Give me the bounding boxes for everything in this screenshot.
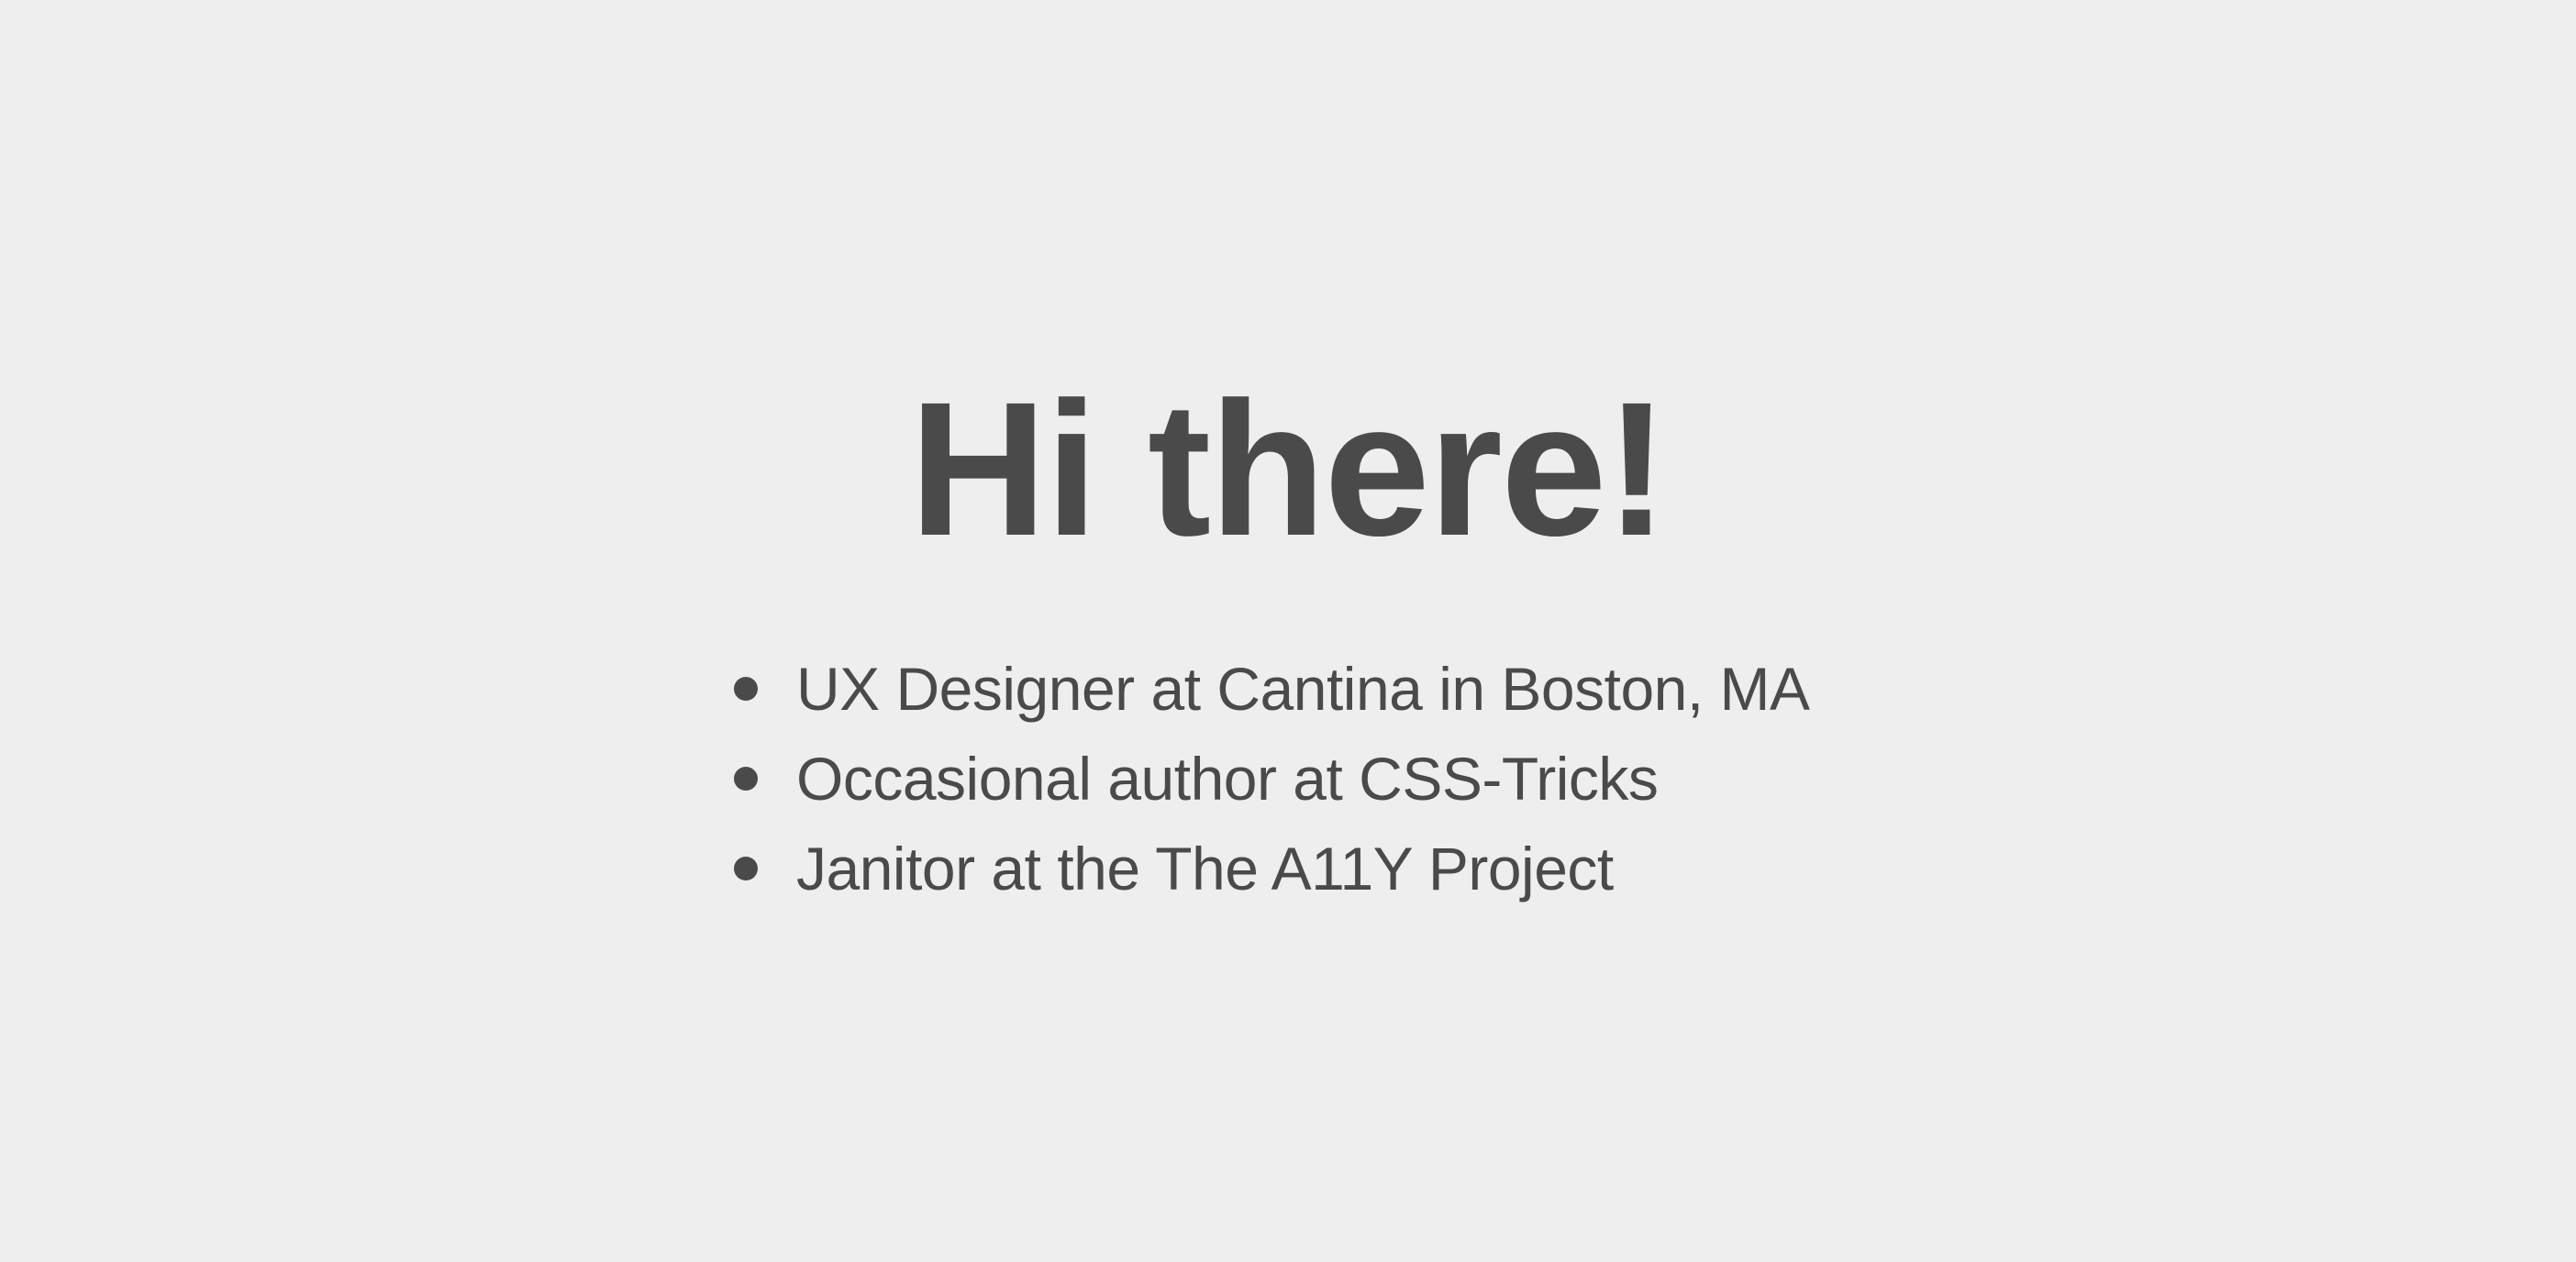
bio-item-text: UX Designer at Cantina in Boston, MA: [796, 655, 1810, 723]
page: Hi there! UX Designer at Cantina in Bost…: [0, 0, 2576, 1262]
bio-list: UX Designer at Cantina in Boston, MA Occ…: [734, 644, 1810, 913]
bio-item-text: Occasional author at CSS-Tricks: [796, 745, 1659, 813]
bullet-icon: [734, 677, 758, 701]
page-heading: Hi there!: [909, 363, 1669, 576]
bio-list-item: Occasional author at CSS-Tricks: [734, 734, 1810, 824]
bullet-icon: [734, 767, 758, 791]
bio-list-item: UX Designer at Cantina in Boston, MA: [734, 644, 1810, 734]
bullet-icon: [734, 857, 758, 880]
bio-list-item: Janitor at the The A11Y Project: [734, 824, 1810, 913]
bio-item-text: Janitor at the The A11Y Project: [796, 835, 1614, 902]
hero-section: Hi there! UX Designer at Cantina in Bost…: [0, 0, 2576, 1262]
